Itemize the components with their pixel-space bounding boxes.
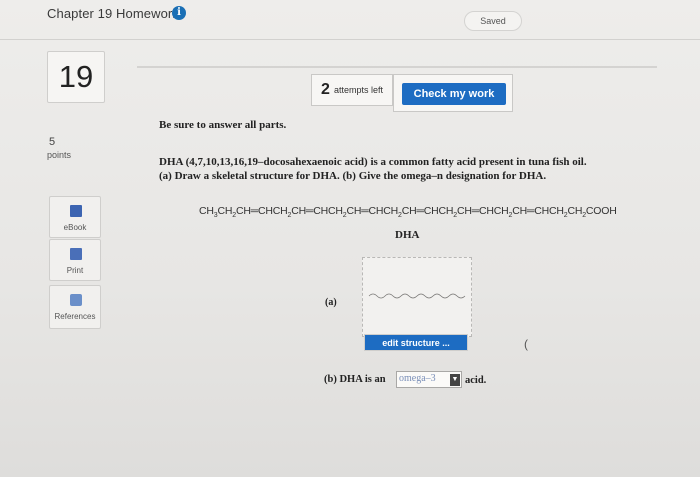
- ebook-icon: [70, 205, 82, 217]
- references-icon: [70, 294, 82, 306]
- chapter-title: Chapter 19 Homework: [47, 6, 179, 21]
- structure-drawing-area[interactable]: [362, 257, 472, 337]
- part-b-prefix: (b) DHA is an: [324, 374, 386, 385]
- part-b-suffix: acid.: [465, 375, 487, 386]
- dropdown-arrow-icon[interactable]: ▼: [450, 374, 460, 386]
- header-divider: [137, 66, 657, 68]
- top-bar: Chapter 19 Homework i Saved: [0, 0, 700, 40]
- ebook-button[interactable]: eBook: [49, 196, 101, 238]
- question-line-1: DHA (4,7,10,13,16,19–docosahexaenoic aci…: [159, 156, 587, 168]
- omega-designation-select[interactable]: omega–3 ▼: [396, 371, 462, 388]
- edit-structure-button[interactable]: edit structure ...: [364, 334, 468, 351]
- info-icon[interactable]: i: [172, 6, 186, 20]
- attempts-count: 2: [321, 81, 330, 98]
- points-value: 5: [49, 136, 56, 148]
- check-work-container: Check my work: [393, 74, 513, 112]
- stray-mark: (: [524, 337, 528, 351]
- question-number: 19: [47, 51, 105, 103]
- attempts-label: attempts left: [333, 85, 383, 95]
- molecule-label: DHA: [395, 229, 420, 241]
- dha-formula: CH3CH2CH═CHCH2CH═CHCH2CH═CHCH2CH═CHCH2CH…: [199, 205, 617, 220]
- question-line-2: (a) Draw a skeletal structure for DHA. (…: [159, 170, 547, 182]
- points-label: points: [47, 150, 72, 160]
- saved-status-badge: Saved: [464, 11, 522, 31]
- print-label: Print: [66, 266, 84, 275]
- check-my-work-button[interactable]: Check my work: [402, 83, 506, 105]
- print-icon: [70, 248, 82, 260]
- page: Chapter 19 Homework i Saved 19 2 attempt…: [0, 0, 700, 477]
- squiggle-structure-icon: [368, 293, 466, 299]
- ebook-label: eBook: [63, 223, 87, 232]
- references-button[interactable]: References: [49, 285, 101, 329]
- part-a-label: (a): [325, 297, 337, 308]
- instructions-text: Be sure to answer all parts.: [159, 119, 287, 131]
- attempts-left-box: 2 attempts left: [311, 74, 393, 106]
- omega-selected-value: omega–3: [399, 373, 436, 384]
- print-button[interactable]: Print: [49, 239, 101, 281]
- references-label: References: [54, 312, 96, 321]
